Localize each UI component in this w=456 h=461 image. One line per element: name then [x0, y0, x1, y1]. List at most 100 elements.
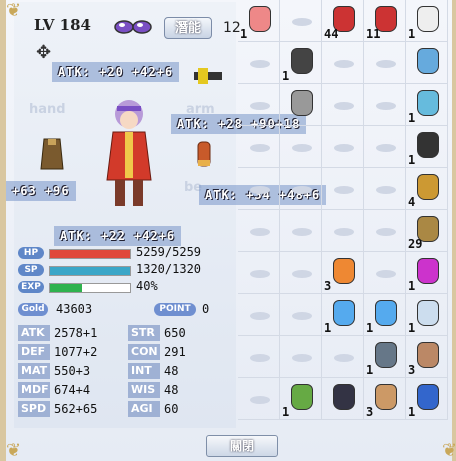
green-lantern-icon: [291, 384, 313, 410]
stat-key: CON: [128, 344, 160, 360]
empty-slot-shadow: [334, 186, 354, 194]
equip-atk-tag: ATK: +22 +42+6: [54, 226, 182, 246]
stat-key: MAT: [18, 363, 50, 379]
item-count: 1: [240, 27, 248, 41]
inventory-slot[interactable]: [364, 84, 406, 126]
inventory-slot[interactable]: [364, 168, 406, 210]
item-count: 1: [366, 321, 374, 335]
inventory-slot[interactable]: 1: [280, 378, 322, 420]
stat-value: 60: [164, 402, 179, 416]
inventory-slot[interactable]: 1: [238, 0, 280, 42]
inventory-slot[interactable]: [238, 168, 280, 210]
inventory-slot[interactable]: [280, 294, 322, 336]
weapon-equip-icon[interactable]: [192, 62, 226, 90]
gold-row: Gold 43603 POINT 0: [18, 302, 234, 318]
inventory-slot[interactable]: [280, 168, 322, 210]
inventory-slot[interactable]: [280, 252, 322, 294]
inventory-slot[interactable]: [322, 378, 364, 420]
inventory-slot[interactable]: [364, 42, 406, 84]
inventory-slot[interactable]: [280, 0, 322, 42]
empty-slot-shadow: [334, 144, 354, 152]
inventory-slot[interactable]: 3: [406, 336, 448, 378]
item-count: 3: [366, 405, 374, 419]
inventory-slot[interactable]: [238, 126, 280, 168]
close-button[interactable]: 關閉: [206, 435, 278, 457]
inventory-slot[interactable]: [280, 210, 322, 252]
inventory-slot[interactable]: 1: [280, 42, 322, 84]
tent-icon: [375, 342, 397, 368]
inventory-slot[interactable]: [280, 84, 322, 126]
cape-equip-icon[interactable]: [39, 137, 65, 171]
inventory-slot[interactable]: 1: [364, 336, 406, 378]
remote-icon: [333, 384, 355, 410]
inventory-slot[interactable]: [238, 336, 280, 378]
skill-button[interactable]: 潛能: [164, 17, 212, 39]
stat-key: INT: [128, 363, 160, 379]
empty-slot-shadow: [250, 354, 270, 362]
inventory-slot[interactable]: [322, 42, 364, 84]
sp-value: 1320/1320: [136, 262, 202, 276]
empty-slot-shadow: [250, 60, 270, 68]
inventory-slot[interactable]: [364, 126, 406, 168]
inventory-slot[interactable]: 1: [322, 294, 364, 336]
stat-value: 674+4: [54, 383, 91, 397]
stat-key: WIS: [128, 382, 160, 398]
inventory-slot[interactable]: [322, 126, 364, 168]
stat-key: SPD: [18, 401, 50, 417]
inventory-slot[interactable]: 1: [406, 84, 448, 126]
inventory-slot[interactable]: 11: [364, 0, 406, 42]
inventory-grid: 1 44 11 1 1 1 1 4 29 3 1 1 1 1 1 3 1 3 1: [238, 0, 452, 430]
character-avatar: [106, 100, 152, 206]
inventory-slot[interactable]: [322, 168, 364, 210]
inventory-slot[interactable]: 3: [364, 378, 406, 420]
empty-slot-shadow: [376, 102, 396, 110]
exp-value: 40%: [136, 279, 158, 293]
inventory-slot[interactable]: [364, 210, 406, 252]
exp-label: EXP: [18, 281, 44, 293]
empty-slot-shadow: [292, 270, 312, 278]
inventory-slot[interactable]: 1: [406, 0, 448, 42]
inventory-slot[interactable]: [322, 336, 364, 378]
inventory-slot[interactable]: 3: [322, 252, 364, 294]
inventory-slot[interactable]: [238, 378, 280, 420]
bear-doll-icon: [417, 342, 439, 368]
status-inventory-window: LV 184 潛能 12 ✥ hand arm be ATK: +20 +42+…: [0, 0, 456, 461]
gear-coin-icon: [291, 90, 313, 116]
inventory-slot[interactable]: 1: [364, 294, 406, 336]
inventory-slot[interactable]: 4: [406, 168, 448, 210]
inventory-slot[interactable]: 29: [406, 210, 448, 252]
hp-label: HP: [18, 247, 44, 259]
inventory-slot[interactable]: [322, 210, 364, 252]
item-count: 1: [324, 321, 332, 335]
empty-slot-shadow: [250, 270, 270, 278]
inventory-slot[interactable]: 1: [406, 378, 448, 420]
stat-row: DEF 1077+2 CON 291: [18, 344, 234, 363]
inventory-slot[interactable]: [322, 84, 364, 126]
inventory-slot[interactable]: [238, 210, 280, 252]
empty-slot-shadow: [292, 228, 312, 236]
inventory-slot[interactable]: 1: [406, 252, 448, 294]
stat-value: 2578+1: [54, 326, 98, 340]
blue-scroll-icon: [417, 48, 439, 74]
inventory-slot[interactable]: [280, 336, 322, 378]
stat-value: 48: [164, 383, 179, 397]
inventory-slot[interactable]: [364, 252, 406, 294]
exp-bar-track: [49, 283, 131, 293]
empty-slot-shadow: [250, 396, 270, 404]
inventory-slot[interactable]: [238, 252, 280, 294]
inventory-slot[interactable]: [238, 84, 280, 126]
empty-slot-shadow: [292, 186, 312, 194]
inventory-slot[interactable]: 44: [322, 0, 364, 42]
empty-slot-shadow: [250, 312, 270, 320]
stat-value: 550+3: [54, 364, 91, 378]
inventory-slot[interactable]: 1: [406, 294, 448, 336]
inventory-slot[interactable]: [238, 294, 280, 336]
inventory-slot[interactable]: [238, 42, 280, 84]
exp-bar-row: EXP 40%: [16, 279, 238, 295]
inventory-slot[interactable]: [406, 42, 448, 84]
inventory-slot[interactable]: 1: [406, 126, 448, 168]
gauntlet-equip-icon[interactable]: [192, 138, 216, 172]
empty-slot-shadow: [250, 102, 270, 110]
inventory-slot[interactable]: [280, 126, 322, 168]
white-flask-icon: [417, 300, 439, 326]
